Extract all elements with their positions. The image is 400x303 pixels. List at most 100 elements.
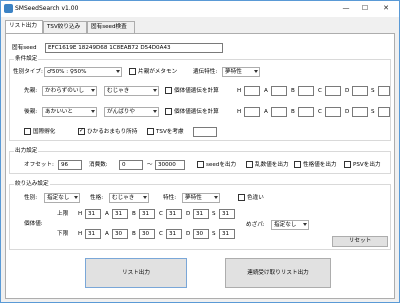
lower-label: 下限 — [57, 231, 69, 237]
chevron-down-icon — [254, 70, 258, 73]
lead-item-select[interactable]: かわらずのいし — [42, 86, 97, 96]
lead-iv-c-input[interactable] — [325, 86, 341, 96]
filter-ability-select[interactable]: 夢特性 — [182, 193, 220, 203]
consume-from-input[interactable]: 0 — [119, 160, 143, 170]
lead-calc-checkbox[interactable] — [165, 87, 172, 94]
female-ditto-checkbox[interactable] — [129, 68, 136, 75]
international-checkbox[interactable] — [24, 128, 31, 135]
lower-stat-a: A — [105, 231, 109, 237]
tab-tsv-filter[interactable]: TSV絞り込み — [43, 21, 87, 33]
consecutive-output-button[interactable]: 連続受け取りリスト出力 — [225, 258, 331, 288]
follow-stat-b: B — [291, 109, 295, 115]
filter-ivs-label: 個体値: — [24, 221, 43, 227]
chevron-down-icon — [143, 196, 147, 199]
offset-input[interactable]: 96 — [58, 160, 82, 170]
upper-iv-s-input[interactable]: 31 — [219, 209, 235, 219]
lead-stat-s: S — [371, 88, 375, 94]
inherit-select[interactable]: 夢特性 — [222, 67, 260, 77]
gender-type-select[interactable]: ♂50% : ♀50% — [44, 67, 122, 77]
inherit-label: 遺伝特性: — [193, 69, 218, 75]
seed-output-checkbox[interactable] — [197, 161, 204, 168]
chevron-down-icon — [91, 89, 95, 92]
offset-label: オフセット: — [24, 162, 54, 168]
color-label: 色違い — [247, 195, 264, 201]
conditions-group: 条件設定 性別タイプ: ♂50% : ♀50% 片親がメタモン 遺伝特性: 夢特… — [9, 56, 391, 141]
list-output-button[interactable]: リスト出力 — [85, 258, 187, 288]
upper-iv-d-input[interactable]: 31 — [193, 209, 209, 219]
chevron-down-icon — [91, 110, 95, 113]
filter-gender-label: 性別: — [24, 195, 38, 201]
tab-list-output[interactable]: リスト出力 — [5, 20, 43, 33]
app-window: SMSeedSearch v1.00 — ☐ ✕ リスト出力 TSV絞り込み 固… — [0, 0, 400, 303]
lead-stat-b: B — [291, 88, 295, 94]
lead-iv-h-input[interactable] — [244, 86, 260, 96]
follow-iv-a-input[interactable] — [271, 107, 287, 117]
tsv-label: TSVを考慮 — [156, 129, 184, 135]
follow-iv-d-input[interactable] — [352, 107, 368, 117]
chevron-down-icon — [116, 70, 120, 73]
follow-iv-c-input[interactable] — [325, 107, 341, 117]
tsv-input[interactable] — [193, 127, 217, 137]
consume-label: 消費数: — [89, 162, 108, 168]
follow-iv-h-input[interactable] — [244, 107, 260, 117]
follow-iv-b-input[interactable] — [298, 107, 314, 117]
minimize-icon[interactable]: — — [339, 3, 353, 14]
female-ditto-label: 片親がメタモン — [138, 69, 178, 75]
psv-output-checkbox[interactable] — [344, 161, 351, 168]
follow-stat-h: H — [237, 109, 242, 115]
lead-iv-b-input[interactable] — [298, 86, 314, 96]
upper-iv-b-input[interactable]: 31 — [139, 209, 155, 219]
upper-label: 上限 — [57, 211, 69, 217]
follow-iv-s-input[interactable] — [378, 107, 390, 117]
lower-iv-h-input[interactable]: 31 — [85, 229, 101, 239]
follow-parent-label: 後親: — [24, 109, 38, 115]
lower-stat-h: H — [78, 231, 83, 237]
lower-iv-a-input[interactable]: 30 — [112, 229, 128, 239]
lead-nature-select[interactable]: むじゃき — [104, 86, 159, 96]
seed-output-label: seedを出力 — [206, 162, 237, 168]
lead-stat-a: A — [264, 88, 268, 94]
seed-input[interactable]: EFC1619E 18249D68 1C8EAB72 D54D0A43 — [45, 43, 223, 53]
upper-stat-c: C — [159, 211, 163, 217]
filter-title: 絞り込み設定 — [14, 181, 50, 188]
lead-parent-label: 先親: — [24, 88, 38, 94]
chevron-down-icon — [153, 89, 157, 92]
upper-stat-d: D — [186, 211, 191, 217]
consume-tilde: 〜 — [147, 162, 153, 168]
charm-checkbox[interactable] — [78, 127, 85, 135]
follow-stat-s: S — [371, 109, 375, 115]
conditions-title: 条件設定 — [14, 56, 39, 63]
rand-output-checkbox[interactable] — [246, 161, 253, 168]
color-checkbox[interactable] — [238, 194, 245, 201]
follow-calc-checkbox[interactable] — [165, 108, 172, 115]
follow-stat-a: A — [264, 109, 268, 115]
lower-iv-s-input[interactable]: 31 — [219, 229, 235, 239]
follow-nature-select[interactable]: がんばりや — [104, 107, 159, 117]
reset-button[interactable]: リセット — [332, 236, 388, 247]
psv-output-label: PSVを出力 — [353, 162, 381, 168]
lead-iv-d-input[interactable] — [352, 86, 368, 96]
title-bar: SMSeedSearch v1.00 — ☐ ✕ — [1, 1, 399, 17]
lower-iv-c-input[interactable]: 31 — [166, 229, 182, 239]
tab-seed-check[interactable]: 固有seed検査 — [87, 21, 135, 33]
lead-iv-a-input[interactable] — [271, 86, 287, 96]
consume-to-input[interactable]: 30000 — [155, 160, 185, 170]
upper-iv-c-input[interactable]: 31 — [166, 209, 182, 219]
follow-item-select[interactable]: あかいいと — [42, 107, 97, 117]
tab-panel: 固有seed EFC1619E 18249D68 1C8EAB72 D54D0A… — [5, 33, 395, 299]
follow-stat-c: C — [318, 109, 322, 115]
lower-iv-b-input[interactable]: 30 — [139, 229, 155, 239]
chevron-down-icon — [214, 196, 218, 199]
close-icon[interactable]: ✕ — [379, 3, 393, 14]
filter-nature-select[interactable]: むじゃき — [109, 193, 149, 203]
ivs-output-checkbox[interactable] — [294, 161, 301, 168]
upper-iv-a-input[interactable]: 31 — [112, 209, 128, 219]
mezapa-select[interactable]: 指定なし — [271, 220, 309, 230]
upper-iv-h-input[interactable]: 31 — [85, 209, 101, 219]
lower-iv-d-input[interactable]: 30 — [193, 229, 209, 239]
lead-calc-label: 個体値遺伝を計算 — [174, 88, 219, 94]
lead-iv-s-input[interactable] — [378, 86, 390, 96]
maximize-icon[interactable]: ☐ — [358, 3, 372, 14]
filter-gender-select[interactable]: 指定なし — [44, 193, 80, 203]
tsv-checkbox[interactable] — [147, 128, 154, 135]
